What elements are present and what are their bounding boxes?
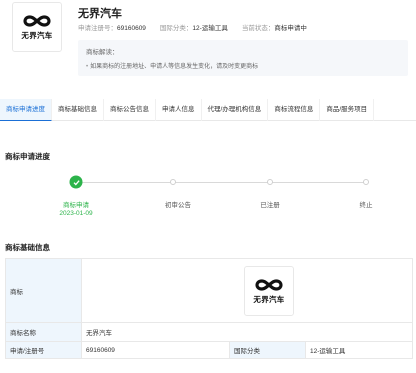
step-label-terminated: 终止 <box>359 202 373 209</box>
basic-info-table: 商标 无界汽车 商标名称 无界汽车 申请/注册号 69160609 国际分类 1… <box>5 258 413 359</box>
trademark-header: 无界汽车 无界汽车 申请注册号：69160609 国际分类：12-运输工具 当前… <box>0 0 416 88</box>
trademark-meta: 申请注册号：69160609 国际分类：12-运输工具 当前状态：商标申请中 <box>78 22 321 32</box>
intl-class-meta: 国际分类：12-运输工具 <box>160 22 228 32</box>
status-meta: 当前状态：商标申请中 <box>242 22 307 32</box>
logo-label-cell: 商标 <box>5 258 82 323</box>
tab-announcement-info[interactable]: 商标公告信息 <box>104 99 156 121</box>
tab-goods-services[interactable]: 商品/服务项目 <box>320 99 375 121</box>
notice-text-content: 如果商标的注册地址、申请人等信息发生变化，请及时变更商标 <box>90 64 259 70</box>
tab-basic-info[interactable]: 商标基础信息 <box>52 99 104 121</box>
logo-text: 无界汽车 <box>253 294 285 304</box>
tab-applicant-info[interactable]: 申请人信息 <box>156 99 202 121</box>
trademark-notice: 商标解读： • 如果商标的注册地址、申请人等信息发生变化，请及时变更商标 <box>78 40 408 76</box>
table-row: 商标名称 无界汽车 <box>5 322 413 342</box>
tab-application-progress[interactable]: 商标申请进度 <box>0 99 52 121</box>
basic-info-section-title: 商标基础信息 <box>5 243 50 252</box>
step-label-prelim: 初审公告 <box>165 202 191 209</box>
progress-section-title: 商标申请进度 <box>5 152 50 161</box>
table-row: 商标 无界汽车 <box>5 258 413 323</box>
class-value-cell: 12-运输工具 <box>305 341 413 359</box>
intl-class-label: 国际分类： <box>159 25 193 32</box>
step-date-apply: 2023-01-09 <box>59 210 93 217</box>
tab-bar: 商标申请进度 商标基础信息 商标公告信息 申请人信息 代理/办理机构信息 商标流… <box>0 99 416 121</box>
reg-value-cell: 69160609 <box>81 341 230 359</box>
progress-track <box>76 182 368 183</box>
reg-no-meta: 申请注册号：69160609 <box>78 22 146 32</box>
step-node-pending <box>363 179 369 185</box>
step-label-apply: 商标申请 <box>63 202 89 209</box>
step-label-registered: 已注册 <box>260 202 280 209</box>
reg-no-value: 69160609 <box>117 25 146 32</box>
infinity-logo-icon <box>23 14 51 27</box>
reg-label-cell: 申请/注册号 <box>5 341 82 359</box>
notice-text: • 如果商标的注册地址、申请人等信息发生变化，请及时变更商标 <box>86 61 400 70</box>
status-value: 商标申请中 <box>274 25 307 32</box>
status-label: 当前状态： <box>241 25 275 32</box>
notice-title: 商标解读： <box>86 49 119 56</box>
class-label-cell: 国际分类 <box>229 341 306 359</box>
tab-process-info[interactable]: 商标流程信息 <box>268 99 321 121</box>
table-row: 申请/注册号 69160609 国际分类 12-运输工具 <box>5 341 413 359</box>
name-value-cell: 无界汽车 <box>81 322 413 342</box>
page-title: 无界汽车 <box>78 8 122 20</box>
trademark-logo: 无界汽车 <box>12 2 62 52</box>
intl-class-value: 12-运输工具 <box>192 25 228 32</box>
bullet-dot-icon: • <box>86 64 89 70</box>
progress-steps: 商标申请 2023-01-09 初审公告 已注册 终止 <box>20 170 400 220</box>
step-node-pending <box>267 179 273 185</box>
reg-no-label: 申请注册号： <box>78 25 117 32</box>
tab-agent-info[interactable]: 代理/办理机构信息 <box>202 99 269 121</box>
trademark-image: 无界汽车 <box>244 266 294 316</box>
infinity-logo-icon <box>255 278 283 291</box>
logo-text: 无界汽车 <box>21 30 53 40</box>
step-node-done <box>69 175 83 189</box>
check-icon <box>73 179 80 185</box>
name-label-cell: 商标名称 <box>5 322 82 342</box>
logo-value-cell: 无界汽车 <box>81 258 413 323</box>
step-node-pending <box>170 179 176 185</box>
